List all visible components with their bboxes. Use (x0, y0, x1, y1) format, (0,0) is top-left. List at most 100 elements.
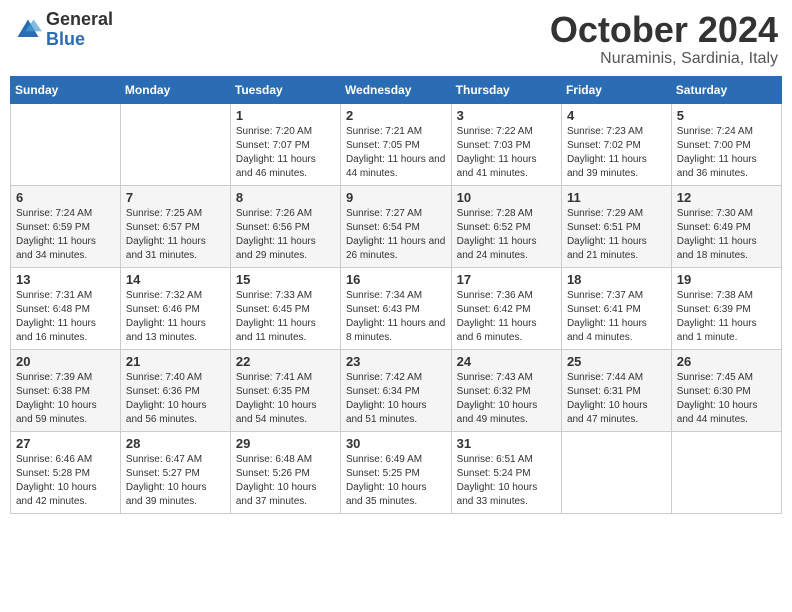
calendar-cell (120, 103, 230, 185)
calendar-cell: 3Sunrise: 7:22 AMSunset: 7:03 PMDaylight… (451, 103, 561, 185)
weekday-header: Friday (561, 76, 671, 103)
weekday-header-row: SundayMondayTuesdayWednesdayThursdayFrid… (11, 76, 782, 103)
weekday-header: Tuesday (230, 76, 340, 103)
day-info: Sunrise: 7:20 AMSunset: 7:07 PMDaylight:… (236, 125, 335, 181)
day-number: 17 (457, 272, 556, 287)
day-number: 21 (126, 354, 225, 369)
calendar-cell: 27Sunrise: 6:46 AMSunset: 5:28 PMDayligh… (11, 431, 121, 513)
calendar-week-row: 20 Sunrise: 7:39 AMSunset: 6:38 PMDayligh… (11, 349, 782, 431)
calendar-title: October 2024 (550, 10, 778, 50)
calendar-cell: 15 Sunrise: 7:33 AMSunset: 6:45 PMDayligh… (230, 267, 340, 349)
calendar-cell: 12Sunrise: 7:30 AMSunset: 6:49 PMDayligh… (671, 185, 781, 267)
calendar-cell: 14 Sunrise: 7:32 AMSunset: 6:46 PMDayligh… (120, 267, 230, 349)
day-info: Sunrise: 7:26 AMSunset: 6:56 PMDaylight:… (236, 207, 335, 263)
day-number: 24 (457, 354, 556, 369)
day-number: 8 (236, 190, 335, 205)
calendar-cell (671, 431, 781, 513)
day-info: Sunrise: 7:21 AMSunset: 7:05 PMDaylight:… (346, 125, 446, 181)
day-number: 9 (346, 190, 446, 205)
calendar-cell: 30Sunrise: 6:49 AMSunset: 5:25 PMDayligh… (340, 431, 451, 513)
logo-general: General (46, 10, 113, 30)
day-number: 1 (236, 108, 335, 123)
calendar-location: Nuraminis, Sardinia, Italy (550, 50, 778, 68)
day-number: 26 (677, 354, 776, 369)
calendar-week-row: 13Sunrise: 7:31 AMSunset: 6:48 PMDayligh… (11, 267, 782, 349)
calendar-cell: 31 Sunrise: 6:51 AMSunset: 5:24 PMDayligh… (451, 431, 561, 513)
day-info: Sunrise: 7:24 AMSunset: 7:00 PMDaylight:… (677, 125, 776, 181)
weekday-header: Saturday (671, 76, 781, 103)
day-info: Sunrise: 7:24 AMSunset: 6:59 PMDaylight:… (16, 207, 115, 263)
calendar-cell: 26 Sunrise: 7:45 AMSunset: 6:30 PMDayligh… (671, 349, 781, 431)
day-number: 4 (567, 108, 666, 123)
calendar-week-row: 27Sunrise: 6:46 AMSunset: 5:28 PMDayligh… (11, 431, 782, 513)
day-info: Sunrise: 7:45 AMSunset: 6:30 PMDaylight:… (677, 371, 776, 427)
day-number: 7 (126, 190, 225, 205)
day-info: Sunrise: 7:39 AMSunset: 6:38 PMDaylight:… (16, 371, 115, 427)
calendar-cell: 11Sunrise: 7:29 AMSunset: 6:51 PMDayligh… (561, 185, 671, 267)
calendar-week-row: 1 Sunrise: 7:20 AMSunset: 7:07 PMDaylight… (11, 103, 782, 185)
calendar-cell: 8 Sunrise: 7:26 AMSunset: 6:56 PMDaylight… (230, 185, 340, 267)
day-number: 19 (677, 272, 776, 287)
day-info: Sunrise: 7:27 AMSunset: 6:54 PMDaylight:… (346, 207, 446, 263)
calendar-table: SundayMondayTuesdayWednesdayThursdayFrid… (10, 76, 782, 514)
day-number: 28 (126, 436, 225, 451)
day-info: Sunrise: 7:25 AMSunset: 6:57 PMDaylight:… (126, 207, 225, 263)
calendar-cell: 17 Sunrise: 7:36 AMSunset: 6:42 PMDayligh… (451, 267, 561, 349)
day-info: Sunrise: 7:37 AMSunset: 6:41 PMDaylight:… (567, 289, 666, 345)
day-number: 3 (457, 108, 556, 123)
calendar-cell: 23Sunrise: 7:42 AMSunset: 6:34 PMDayligh… (340, 349, 451, 431)
day-info: Sunrise: 6:48 AMSunset: 5:26 PMDaylight:… (236, 453, 335, 509)
calendar-cell (11, 103, 121, 185)
weekday-header: Monday (120, 76, 230, 103)
day-number: 27 (16, 436, 115, 451)
calendar-cell (561, 431, 671, 513)
logo-blue: Blue (46, 30, 113, 50)
logo-icon (14, 16, 42, 44)
day-number: 6 (16, 190, 115, 205)
page-header: General Blue October 2024 Nuraminis, Sar… (10, 10, 782, 68)
day-info: Sunrise: 7:32 AMSunset: 6:46 PMDaylight:… (126, 289, 225, 345)
logo: General Blue (14, 10, 113, 50)
day-info: Sunrise: 7:34 AMSunset: 6:43 PMDaylight:… (346, 289, 446, 345)
calendar-cell: 9 Sunrise: 7:27 AMSunset: 6:54 PMDaylight… (340, 185, 451, 267)
day-number: 20 (16, 354, 115, 369)
title-block: October 2024 Nuraminis, Sardinia, Italy (550, 10, 778, 68)
calendar-cell: 22Sunrise: 7:41 AMSunset: 6:35 PMDayligh… (230, 349, 340, 431)
day-number: 15 (236, 272, 335, 287)
day-info: Sunrise: 7:36 AMSunset: 6:42 PMDaylight:… (457, 289, 556, 345)
day-info: Sunrise: 7:31 AMSunset: 6:48 PMDaylight:… (16, 289, 115, 345)
calendar-cell: 19 Sunrise: 7:38 AMSunset: 6:39 PMDayligh… (671, 267, 781, 349)
day-info: Sunrise: 7:41 AMSunset: 6:35 PMDaylight:… (236, 371, 335, 427)
calendar-cell: 1 Sunrise: 7:20 AMSunset: 7:07 PMDaylight… (230, 103, 340, 185)
calendar-cell: 16 Sunrise: 7:34 AMSunset: 6:43 PMDayligh… (340, 267, 451, 349)
day-number: 10 (457, 190, 556, 205)
calendar-cell: 18 Sunrise: 7:37 AMSunset: 6:41 PMDayligh… (561, 267, 671, 349)
day-number: 14 (126, 272, 225, 287)
day-number: 18 (567, 272, 666, 287)
day-number: 2 (346, 108, 446, 123)
calendar-cell: 20 Sunrise: 7:39 AMSunset: 6:38 PMDayligh… (11, 349, 121, 431)
day-info: Sunrise: 6:47 AMSunset: 5:27 PMDaylight:… (126, 453, 225, 509)
weekday-header: Wednesday (340, 76, 451, 103)
calendar-cell: 4 Sunrise: 7:23 AMSunset: 7:02 PMDaylight… (561, 103, 671, 185)
calendar-cell: 2 Sunrise: 7:21 AMSunset: 7:05 PMDaylight… (340, 103, 451, 185)
weekday-header: Sunday (11, 76, 121, 103)
logo-text: General Blue (46, 10, 113, 50)
day-number: 12 (677, 190, 776, 205)
day-info: Sunrise: 6:51 AMSunset: 5:24 PMDaylight:… (457, 453, 556, 509)
calendar-week-row: 6 Sunrise: 7:24 AMSunset: 6:59 PMDaylight… (11, 185, 782, 267)
calendar-cell: 21Sunrise: 7:40 AMSunset: 6:36 PMDayligh… (120, 349, 230, 431)
day-number: 11 (567, 190, 666, 205)
weekday-header: Thursday (451, 76, 561, 103)
day-number: 16 (346, 272, 446, 287)
day-info: Sunrise: 7:33 AMSunset: 6:45 PMDaylight:… (236, 289, 335, 345)
calendar-cell: 24Sunrise: 7:43 AMSunset: 6:32 PMDayligh… (451, 349, 561, 431)
day-number: 23 (346, 354, 446, 369)
day-number: 31 (457, 436, 556, 451)
day-number: 29 (236, 436, 335, 451)
calendar-cell: 10Sunrise: 7:28 AMSunset: 6:52 PMDayligh… (451, 185, 561, 267)
day-number: 25 (567, 354, 666, 369)
day-info: Sunrise: 7:23 AMSunset: 7:02 PMDaylight:… (567, 125, 666, 181)
day-info: Sunrise: 7:38 AMSunset: 6:39 PMDaylight:… (677, 289, 776, 345)
calendar-cell: 7 Sunrise: 7:25 AMSunset: 6:57 PMDaylight… (120, 185, 230, 267)
